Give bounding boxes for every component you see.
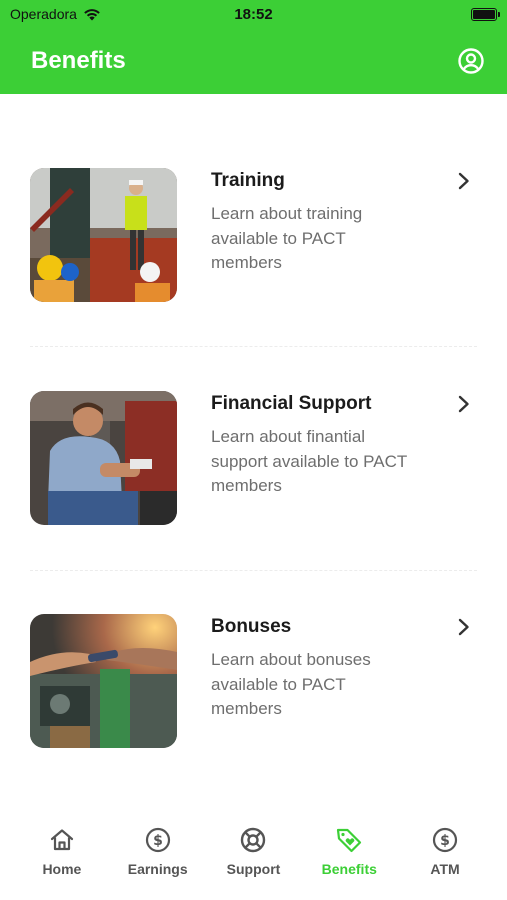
benefit-card-financial-support[interactable]: Financial Support Learn about finantial … <box>30 391 477 527</box>
dollar-circle-icon: $ <box>144 826 172 854</box>
bonuses-image <box>30 614 177 748</box>
status-left: Operadora <box>10 6 101 22</box>
tab-home[interactable]: Home <box>17 826 107 900</box>
svg-text:$: $ <box>440 833 450 849</box>
tab-atm[interactable]: $ ATM <box>400 826 490 900</box>
tab-label: Benefits <box>321 861 377 877</box>
card-description: Learn about training available to PACT m… <box>211 204 363 272</box>
svg-text:$: $ <box>153 833 163 849</box>
tab-label: Home <box>42 861 82 877</box>
financial-support-image <box>30 391 177 525</box>
factory-worker-photo <box>30 391 177 525</box>
lifebuoy-icon <box>239 826 267 854</box>
card-title: Training <box>211 170 285 191</box>
home-icon <box>48 826 76 854</box>
tab-earnings[interactable]: $ Earnings <box>113 826 203 900</box>
handshake-factory-photo <box>30 614 177 748</box>
user-circle-icon <box>458 48 484 74</box>
card-title: Financial Support <box>211 393 372 414</box>
training-image <box>30 168 177 302</box>
carrier-label: Operadora <box>10 6 77 22</box>
benefit-card-training[interactable]: Training Learn about training available … <box>30 168 477 304</box>
profile-button[interactable] <box>457 47 485 75</box>
page-title: Benefits <box>31 47 126 74</box>
tab-label: Support <box>226 861 281 877</box>
app-header: Benefits <box>0 28 507 94</box>
chevron-right-icon <box>458 172 469 190</box>
wifi-icon <box>84 8 100 20</box>
tab-support[interactable]: Support <box>208 826 298 900</box>
dollar-circle-icon: $ <box>431 826 459 854</box>
construction-training-photo <box>30 168 177 302</box>
benefit-card-bonuses[interactable]: Bonuses Learn about bonuses available to… <box>30 614 477 750</box>
chevron-right-icon <box>458 618 469 636</box>
tab-label: Earnings <box>127 861 188 877</box>
benefits-list: Training Learn about training available … <box>0 94 507 804</box>
tab-bar: Home $ Earnings Support Benefits $ ATM <box>0 804 507 900</box>
tab-benefits[interactable]: Benefits <box>304 826 394 900</box>
divider <box>30 346 477 347</box>
status-bar: Operadora 18:52 <box>0 0 507 28</box>
battery-icon <box>471 7 500 21</box>
card-description: Learn about finantial support available … <box>211 427 407 495</box>
divider <box>30 570 477 571</box>
card-description: Learn about bonuses available to PACT me… <box>211 650 371 718</box>
card-title: Bonuses <box>211 616 292 637</box>
chevron-right-icon <box>458 395 469 413</box>
tag-heart-icon <box>335 826 363 854</box>
tab-label: ATM <box>430 861 460 877</box>
